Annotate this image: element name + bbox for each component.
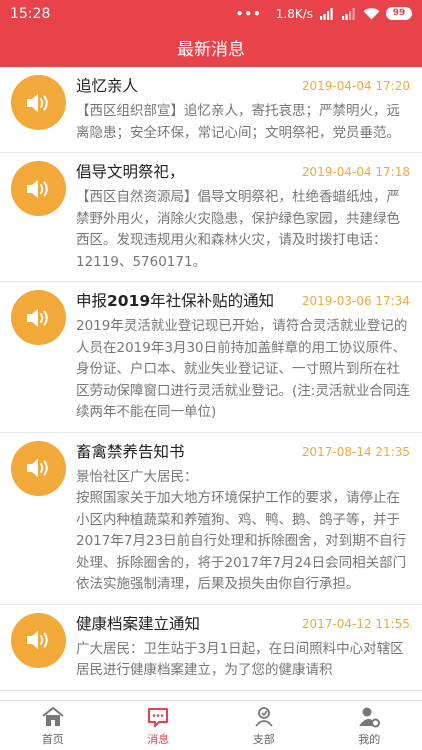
message-icon: [148, 707, 169, 727]
message-item[interactable]: 畜禽禁养告知书 2017-08-14 21:35 景怡社区广大居民： 按照国家关…: [0, 432, 422, 605]
network-speed: 1.8K/s: [275, 6, 313, 21]
message-date: 2017-04-12 11:55: [301, 616, 410, 631]
tab-label: 我的: [358, 732, 381, 746]
tab-label: 消息: [147, 732, 170, 746]
branch-icon: [255, 706, 273, 727]
message-date: 2019-04-04 17:20: [301, 79, 410, 93]
home-icon: [42, 706, 64, 726]
message-item[interactable]: 倡导文明祭祀， 2019-04-04 17:18 【西区自然资源局】倡导文明祭祀…: [0, 153, 422, 282]
tab-profile[interactable]: 我的: [317, 701, 422, 750]
message-item[interactable]: 申报2019年社保补贴的通知 2019-03-06 17:34 2019年灵活就…: [0, 282, 422, 433]
message-date: 2019-04-04 17:18: [301, 165, 410, 179]
status-indicators: ••• 1.8K/s 99: [236, 7, 412, 21]
speaker-icon: [11, 75, 66, 130]
message-date: 2017-08-14 21:35: [301, 444, 410, 459]
message-date: 2019-03-06 17:34: [301, 294, 410, 308]
page-header: 最新消息: [0, 27, 422, 67]
message-title: 健康档案建立通知: [76, 614, 201, 633]
message-list[interactable]: 追忆亲人 2019-04-04 17:20 【西区组织部宣】追忆亲人，寄托哀思；…: [0, 67, 422, 700]
battery-indicator: 99: [386, 7, 412, 20]
speaker-icon: [11, 290, 66, 345]
message-content: 【西区自然资源局】倡导文明祭祀，杜绝香蜡纸烛，严禁野外用火，消除火灾隐患，保护绿…: [76, 189, 400, 270]
bottom-tab-bar: 首页 消息 支部 我的: [0, 700, 422, 750]
message-item[interactable]: 健康档案建立通知 2017-04-12 11:55 广大居民：卫生站于3月1日起…: [0, 604, 422, 691]
message-title: 申报2019年社保补贴的通知: [76, 292, 275, 310]
page-title: 最新消息: [177, 39, 245, 60]
status-time: 15:28: [10, 5, 51, 22]
message-content: 广大居民：卫生站于3月1日起，在日间照料中心对辖区居民进行健康档案建立，为了您的…: [76, 640, 404, 679]
message-item[interactable]: 追忆亲人 2019-04-04 17:20 【西区组织部宣】追忆亲人，寄托哀思；…: [0, 67, 422, 153]
tab-label: 首页: [41, 732, 64, 746]
tab-branch[interactable]: 支部: [211, 701, 317, 750]
status-bar: 15:28 ••• 1.8K/s 99: [0, 0, 422, 27]
speaker-icon: [11, 161, 66, 216]
message-content: 景怡社区广大居民： 按照国家关于加大地方环境保护工作的要求，请停止在小区内种植蔬…: [76, 468, 407, 593]
profile-settings-icon: [359, 707, 381, 727]
message-title: 追忆亲人: [76, 77, 139, 95]
message-title: 倡导文明祭祀，: [76, 163, 185, 181]
message-content: 2019年灵活就业登记现已开始，请符合灵活就业登记的人员在2019年3月30日前…: [76, 318, 410, 420]
message-content: 【西区组织部宣】追忆亲人，寄托哀思；严禁明火，远离隐患；安全环保，常记心间；文明…: [76, 103, 400, 141]
tab-messages[interactable]: 消息: [106, 701, 212, 750]
signal-secondary-icon: [342, 7, 355, 20]
signal-icon: [320, 7, 333, 20]
speaker-icon: [11, 612, 66, 668]
notification-dots: •••: [235, 6, 262, 21]
tab-label: 支部: [252, 732, 275, 746]
tab-home[interactable]: 首页: [0, 701, 106, 750]
message-title: 畜禽禁养告知书: [76, 442, 185, 461]
speaker-icon: [11, 440, 66, 496]
wifi-icon: [363, 7, 380, 19]
